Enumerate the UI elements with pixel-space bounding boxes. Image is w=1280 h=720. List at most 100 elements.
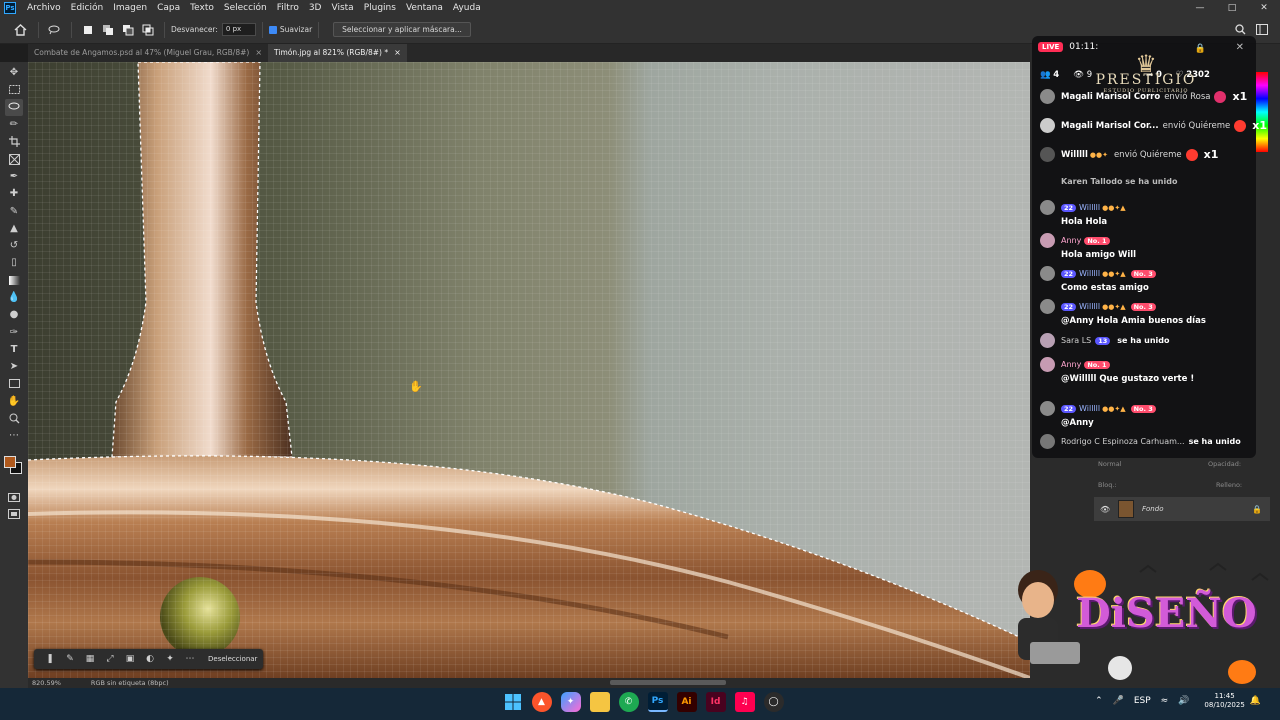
menu-vista[interactable]: Vista [326, 3, 358, 13]
add-selection-icon[interactable] [101, 23, 115, 37]
deselect-button[interactable]: Deseleccionar [208, 655, 257, 663]
photoshop-logo-icon[interactable]: Ps [4, 2, 16, 14]
obs-icon[interactable]: ◯ [763, 692, 784, 712]
blur-tool-icon[interactable]: 💧 [5, 289, 23, 306]
more-options-icon[interactable]: ⋯ [180, 654, 200, 664]
move-tool-icon[interactable]: ✥ [5, 64, 23, 81]
dodge-tool-icon[interactable]: ● [5, 306, 23, 323]
healing-tool-icon[interactable]: ✚ [5, 185, 23, 202]
clock-date: 08/10/2025 [1204, 701, 1245, 709]
maximize-icon[interactable]: □ [1216, 0, 1248, 16]
transform-selection-icon[interactable]: ⤢ [100, 654, 120, 664]
subtract-selection-icon[interactable] [121, 23, 135, 37]
drag-handle-icon[interactable]: ❚ [40, 654, 60, 664]
more-tools-icon[interactable]: ⋯ [5, 427, 23, 444]
menu-archivo[interactable]: Archivo [22, 3, 66, 13]
windows-start-icon[interactable] [503, 692, 523, 712]
notifications-bell-icon[interactable]: 🔔 [1250, 696, 1261, 706]
menu-plugins[interactable]: Plugins [359, 3, 401, 13]
volume-icon[interactable]: 🔊 [1178, 696, 1189, 706]
antialias-checkbox[interactable] [268, 25, 277, 34]
new-selection-icon[interactable] [81, 23, 95, 37]
lasso-preset-icon[interactable] [48, 23, 62, 37]
menu-3d[interactable]: 3D [304, 3, 327, 13]
invert-selection-icon[interactable]: ▦ [80, 654, 100, 664]
eyedropper-tool-icon[interactable]: ✒ [5, 168, 23, 185]
rank-badge: No. 3 [1130, 404, 1156, 413]
avatar [1040, 401, 1055, 416]
illustrator-icon[interactable]: Ai [676, 692, 697, 712]
file-explorer-icon[interactable] [589, 692, 610, 712]
crop-tool-icon[interactable] [5, 133, 23, 150]
brand-watermark: ♛ PRESTIGIO ESTUDIO PUBLICITARIO [1046, 50, 1246, 94]
chat-username: Anny [1061, 236, 1082, 245]
tiktok-live-icon[interactable]: ♫ [734, 692, 755, 712]
language-indicator[interactable]: ESP [1134, 696, 1151, 706]
menu-filtro[interactable]: Filtro [272, 3, 304, 13]
tab-close-icon[interactable]: × [394, 44, 401, 62]
horizontal-scrollbar[interactable] [610, 680, 726, 685]
stamp-tool-icon[interactable]: ▲ [5, 220, 23, 237]
tab-timon[interactable]: Timón.jpg al 821% (RGB/8#) * × [268, 44, 407, 62]
color-spectrum [1256, 72, 1268, 152]
tab-combate-angamos[interactable]: Combate de Angamos.psd al 47% (Miguel Gr… [28, 44, 268, 62]
wifi-icon[interactable]: ≈ [1161, 696, 1169, 706]
feather-input[interactable]: 0 px [221, 23, 256, 36]
blend-mode-select[interactable]: Normal [1098, 460, 1122, 468]
menu-edicion[interactable]: Edición [66, 3, 109, 13]
foreground-color-swatch[interactable] [4, 456, 16, 468]
layer-row-fondo[interactable]: 👁 Fondo 🔒 [1094, 497, 1270, 521]
menu-ayuda[interactable]: Ayuda [448, 3, 486, 13]
mask-icon[interactable]: ▣ [120, 654, 140, 664]
chat-username: Willlll [1079, 203, 1101, 212]
fill-selection-icon[interactable]: ◐ [140, 654, 160, 664]
intersect-selection-icon[interactable] [141, 23, 155, 37]
path-select-tool-icon[interactable]: ➤ [5, 358, 23, 375]
generative-fill-icon[interactable]: ✦ [160, 654, 180, 664]
eraser-tool-icon[interactable]: ▯ [5, 254, 23, 271]
rank-badge: No. 1 [1084, 236, 1110, 245]
workspace-icon[interactable] [1256, 24, 1268, 37]
modify-selection-icon[interactable]: ✎ [60, 654, 80, 664]
gift-row: Magali Marisol Cor... envió Quiéreme x1 [1040, 118, 1267, 133]
type-tool-icon[interactable]: T [5, 341, 23, 358]
brave-browser-icon[interactable]: ▲ [531, 692, 552, 712]
document-canvas[interactable]: ✋ [28, 62, 1030, 678]
lasso-tool-icon[interactable] [5, 98, 23, 116]
rank-badge: No. 3 [1130, 269, 1156, 278]
quick-select-tool-icon[interactable]: ✏ [5, 116, 23, 133]
microphone-icon[interactable]: 🎤 [1113, 696, 1124, 706]
select-and-mask-button[interactable]: Seleccionar y aplicar máscara... [333, 22, 471, 37]
frame-tool-icon[interactable] [5, 150, 23, 167]
tray-overflow-icon[interactable]: ⌃ [1095, 696, 1103, 706]
zoom-tool-icon[interactable] [5, 410, 23, 427]
photoshop-icon[interactable]: Ps [647, 692, 668, 712]
menu-ventana[interactable]: Ventana [401, 3, 448, 13]
rectangle-tool-icon[interactable] [5, 375, 23, 392]
home-icon[interactable] [8, 20, 32, 40]
indesign-icon[interactable]: Id [705, 692, 726, 712]
chat-text: Hola amigo Will [1061, 250, 1137, 260]
close-icon[interactable]: ✕ [1248, 0, 1280, 16]
tab-label: Combate de Angamos.psd al 47% (Miguel Gr… [34, 48, 250, 57]
menu-texto[interactable]: Texto [185, 3, 219, 13]
menu-imagen[interactable]: Imagen [108, 3, 152, 13]
history-brush-tool-icon[interactable]: ↺ [5, 237, 23, 254]
menu-seleccion[interactable]: Selección [219, 3, 272, 13]
tab-close-icon[interactable]: × [255, 44, 262, 62]
emoji-decoration: ●●✦▲ [1102, 269, 1126, 278]
screen-mode-icon[interactable] [5, 506, 23, 523]
menu-capa[interactable]: Capa [152, 3, 185, 13]
pen-tool-icon[interactable]: ✑ [5, 323, 23, 340]
copilot-icon[interactable]: ✦ [560, 692, 581, 712]
whatsapp-icon[interactable]: ✆ [618, 692, 639, 712]
visibility-eye-icon[interactable]: 👁 [1100, 505, 1112, 514]
minimize-icon[interactable]: — [1184, 0, 1216, 16]
zoom-level[interactable]: 820.59% [32, 679, 61, 687]
quick-mask-icon[interactable] [5, 489, 23, 506]
brush-tool-icon[interactable]: ✎ [5, 202, 23, 219]
gradient-tool-icon[interactable] [5, 272, 23, 289]
clock[interactable]: 11:45 08/10/2025 [1204, 692, 1244, 710]
hand-tool-icon[interactable]: ✋ [5, 393, 23, 410]
marquee-tool-icon[interactable] [5, 81, 23, 98]
